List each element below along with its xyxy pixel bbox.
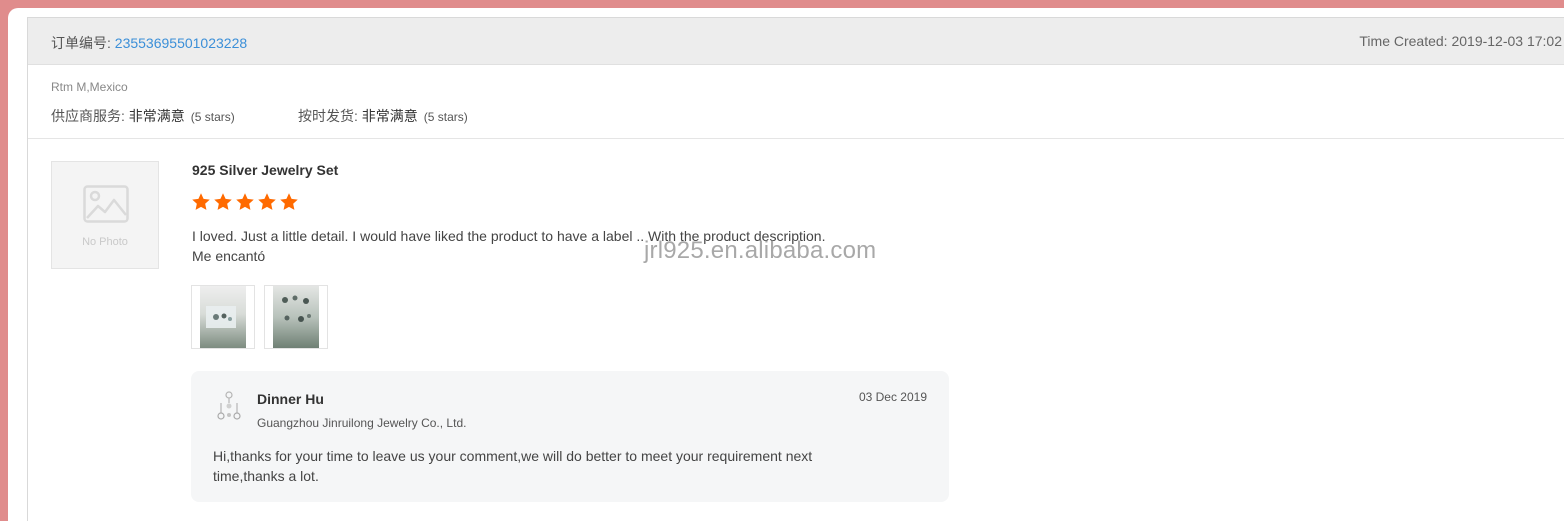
supplier-service-rating: 供应商服务: 非常满意 (5 stars) [51, 106, 235, 126]
order-number-link[interactable]: 23553695501023228 [115, 35, 247, 51]
buyer-info: Rtm M,Mexico 供应商服务: 非常满意 (5 stars) 按时发货: … [28, 65, 1564, 139]
order-label-text: 订单编号: [51, 35, 115, 51]
no-photo-label: No Photo [82, 236, 128, 248]
supplier-reply: Dinner Hu Guangzhou Jinruilong Jewelry C… [191, 371, 949, 502]
on-time-shipping-rating: 按时发货: 非常满意 (5 stars) [298, 106, 468, 126]
image-placeholder-icon [83, 185, 129, 223]
supplier-avatar [217, 391, 241, 420]
reply-text: Hi,thanks for your time to leave us your… [213, 448, 813, 484]
rating-stars-text: (5 stars) [423, 110, 468, 124]
reply-author-name: Dinner Hu [257, 391, 324, 407]
buyer-location: Rtm M,Mexico [51, 80, 128, 94]
rating-label: 供应商服务: [51, 108, 129, 124]
order-label: 订单编号: 23553695501023228 [51, 33, 247, 53]
reply-date: 03 Dec 2019 [858, 390, 927, 404]
product-title: 925 Silver Jewelry Set [192, 162, 339, 178]
rating-value: 非常满意 [361, 108, 418, 124]
review-photo-image [273, 286, 319, 348]
review-photo-image [200, 286, 246, 348]
rating-value: 非常满意 [128, 108, 185, 124]
product-photo-placeholder: No Photo [51, 161, 159, 269]
review-photos [191, 285, 328, 349]
review-card: 订单编号: 23553695501023228 Time Created: 20… [27, 17, 1564, 521]
reply-company-name: Guangzhou Jinruilong Jewelry Co., Ltd. [257, 416, 467, 430]
star-icon [192, 193, 210, 210]
star-icon [236, 193, 254, 210]
order-header: 订单编号: 23553695501023228 Time Created: 20… [28, 18, 1564, 65]
star-icon [280, 193, 298, 210]
star-rating [191, 192, 299, 212]
review-photo-thumbnail[interactable] [191, 285, 255, 349]
watermark: jrl925.en.alibaba.com [644, 237, 877, 264]
page-frame: 订单编号: 23553695501023228 Time Created: 20… [8, 8, 1564, 521]
rating-label: 按时发货: [298, 108, 362, 124]
rating-stars-text: (5 stars) [190, 110, 235, 124]
star-icon [258, 193, 276, 210]
review-photo-thumbnail[interactable] [264, 285, 328, 349]
time-created: Time Created: 2019-12-03 17:02 [1359, 33, 1562, 49]
star-icon [214, 193, 232, 210]
